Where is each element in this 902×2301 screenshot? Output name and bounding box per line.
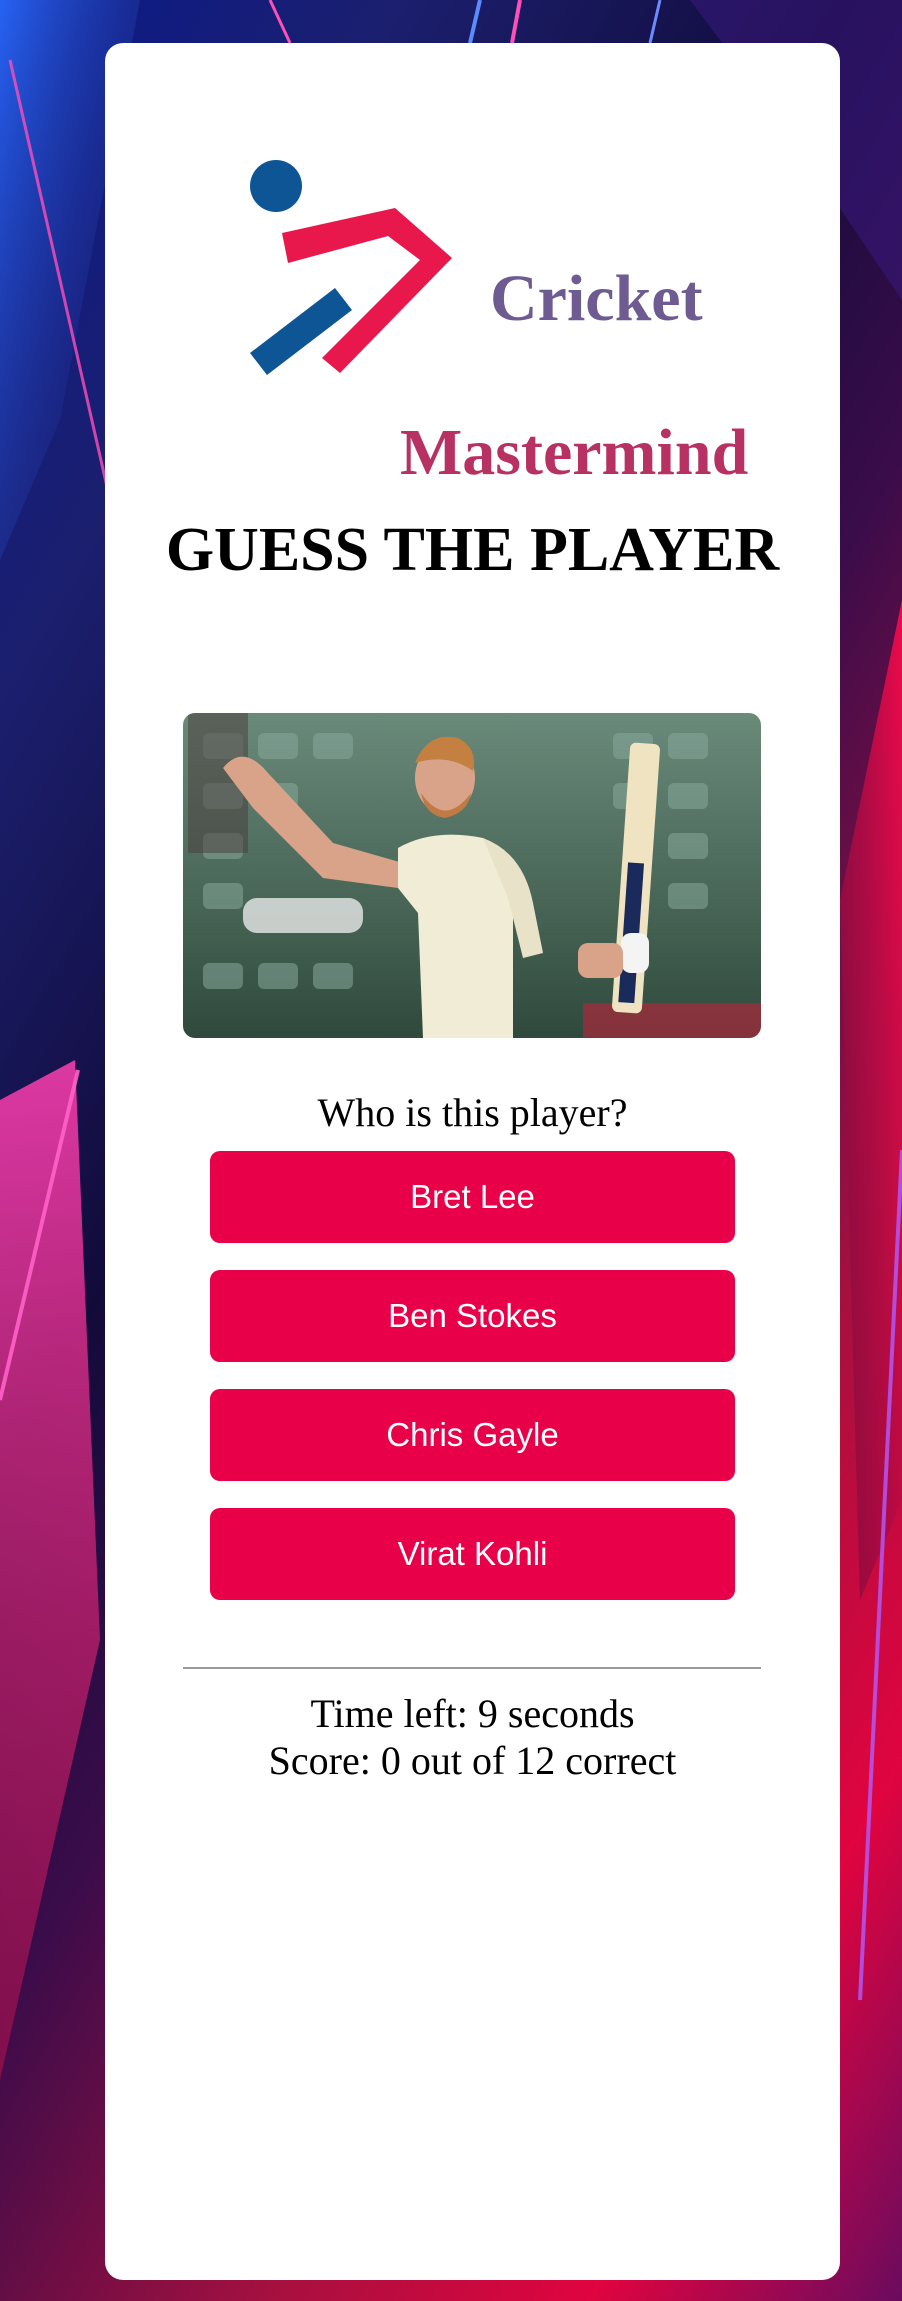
logo-word-mastermind: Mastermind <box>400 416 749 489</box>
divider <box>183 1667 761 1669</box>
app-logo: Cricket Mastermind <box>240 158 748 498</box>
cricket-player-logo-icon <box>250 160 452 375</box>
answer-button-chris-gayle[interactable]: Chris Gayle <box>210 1389 735 1481</box>
player-photo <box>183 713 761 1038</box>
answer-button-bret-lee[interactable]: Bret Lee <box>210 1151 735 1243</box>
page-title: GUESS THE PLAYER <box>165 516 780 584</box>
answer-button-ben-stokes[interactable]: Ben Stokes <box>210 1270 735 1362</box>
time-left-text: Time left: 9 seconds <box>310 1691 635 1736</box>
score-text: Score: 0 out of 12 correct <box>268 1738 677 1783</box>
logo-word-cricket: Cricket <box>490 262 703 335</box>
quiz-card: Cricket Mastermind GUESS THE PLAYER Who … <box>105 43 840 2280</box>
answer-button-virat-kohli[interactable]: Virat Kohli <box>210 1508 735 1600</box>
question-text: Who is this player? <box>317 1090 628 1135</box>
